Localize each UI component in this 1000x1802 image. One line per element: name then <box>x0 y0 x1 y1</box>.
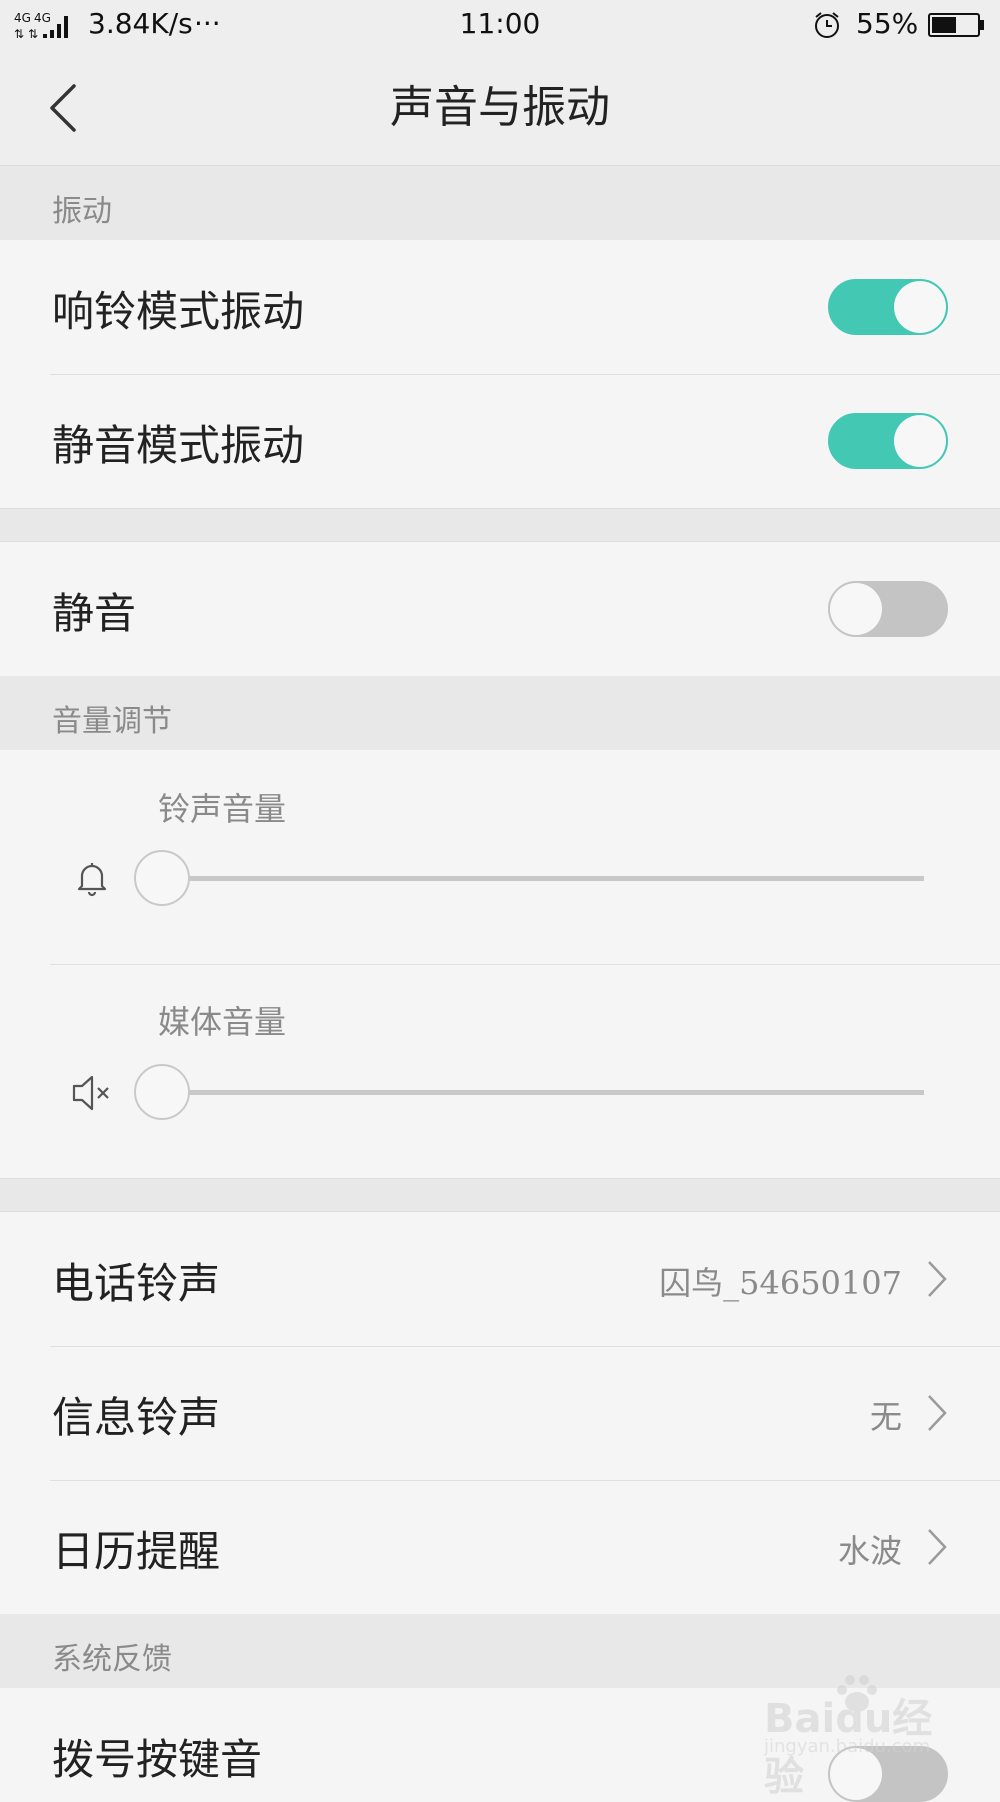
silent-vibrate-toggle[interactable] <box>828 413 948 469</box>
row-value: 囚鸟_54650107 <box>659 1264 902 1302</box>
section-gap <box>0 508 1000 542</box>
ringer-volume-row: 铃声音量 <box>0 750 1000 964</box>
slider-label: 媒体音量 <box>158 1003 287 1041</box>
status-bar: 4G 4G ⇅ ⇅ 3.84K/s ··· 11:00 55% <box>0 0 1000 48</box>
media-volume-row: 媒体音量 <box>0 965 1000 1178</box>
clock: 11:00 <box>459 7 541 40</box>
speaker-mute-icon <box>72 1075 109 1111</box>
section-header-volume: 音量调节 <box>0 676 1000 750</box>
silent-vibrate-row[interactable]: 静音模式振动 <box>0 375 1000 508</box>
row-label: 日历提醒 <box>52 1527 221 1576</box>
phone-ringtone-row[interactable]: 电话铃声 囚鸟_54650107 <box>0 1212 1000 1346</box>
section-title: 振动 <box>52 194 112 229</box>
row-value: 无 <box>869 1398 902 1436</box>
section-title: 音量调节 <box>52 704 172 739</box>
alarm-icon <box>815 12 839 38</box>
baidu-watermark: Baidu经验 jingyan.baidu.com <box>764 1672 964 1800</box>
battery-fill <box>932 17 956 33</box>
section-header-vibration: 振动 <box>0 166 1000 240</box>
media-volume-track[interactable] <box>166 1090 924 1095</box>
mute-row[interactable]: 静音 <box>0 542 1000 676</box>
toggle-knob <box>894 415 946 467</box>
section-gap <box>0 1178 1000 1212</box>
row-label: 响铃模式振动 <box>52 287 305 336</box>
page-title: 声音与振动 <box>390 82 610 133</box>
section-title: 系统反馈 <box>52 1642 172 1677</box>
toggle-knob <box>894 281 946 333</box>
calendar-reminder-row[interactable]: 日历提醒 水波 <box>0 1481 1000 1614</box>
chevron-right-icon <box>928 1529 947 1565</box>
message-ringtone-row[interactable]: 信息铃声 无 <box>0 1347 1000 1480</box>
watermark-url: jingyan.baidu.com <box>764 1736 931 1757</box>
row-label: 静音 <box>52 589 137 638</box>
chevron-right-icon <box>928 1261 947 1297</box>
mute-toggle[interactable] <box>828 581 948 637</box>
ring-vibrate-toggle[interactable] <box>828 279 948 335</box>
row-label: 信息铃声 <box>52 1393 221 1442</box>
row-value: 水波 <box>837 1532 902 1570</box>
battery-icon <box>928 13 984 37</box>
row-label: 电话铃声 <box>52 1259 221 1308</box>
slider-label: 铃声音量 <box>158 790 287 828</box>
ringer-volume-track[interactable] <box>166 876 924 881</box>
ring-vibrate-row[interactable]: 响铃模式振动 <box>0 240 1000 374</box>
title-bar: 声音与振动 <box>0 48 1000 166</box>
media-volume-thumb[interactable] <box>134 1064 190 1120</box>
ringer-volume-thumb[interactable] <box>134 850 190 906</box>
bell-icon <box>77 863 107 897</box>
row-label: 静音模式振动 <box>52 421 305 470</box>
toggle-knob <box>830 583 882 635</box>
battery-percent: 55% <box>856 7 919 40</box>
chevron-right-icon <box>928 1395 947 1431</box>
